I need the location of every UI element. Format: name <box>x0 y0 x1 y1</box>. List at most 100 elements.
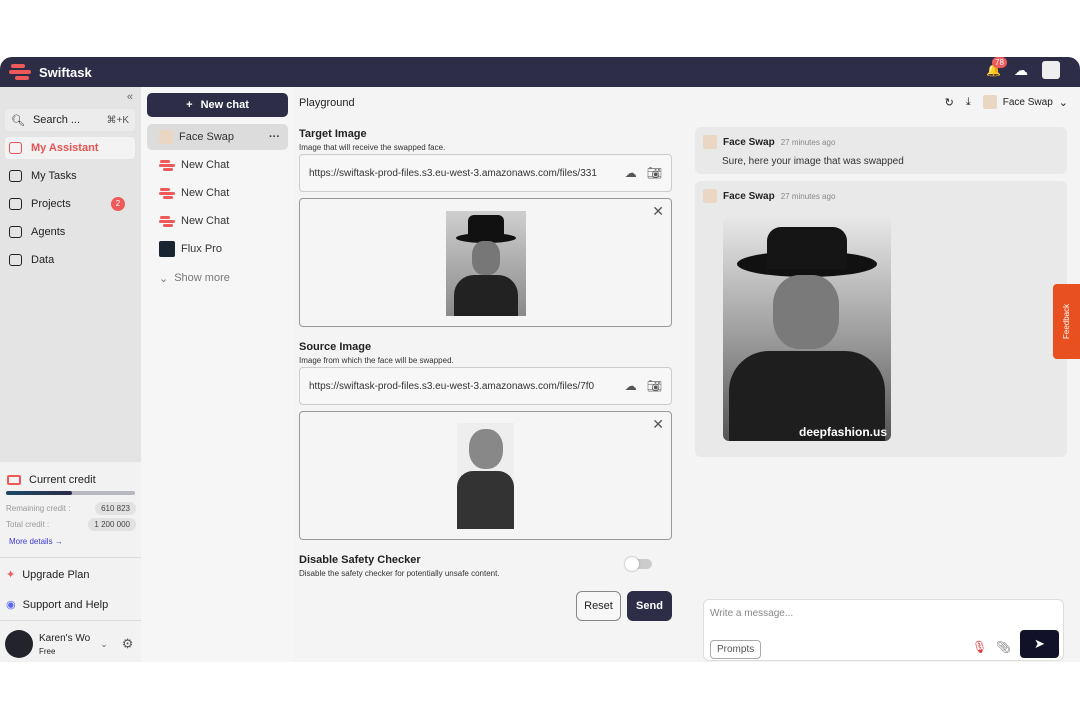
refresh-icon[interactable]: ↻ <box>945 96 954 109</box>
logo[interactable]: Swiftask <box>9 63 92 81</box>
message: Face Swap 27 minutes ago deepfashion.us <box>695 181 1067 457</box>
sidebar-item-my-assistant[interactable]: My Assistant <box>5 137 135 159</box>
swiftask-logo-icon <box>9 63 33 81</box>
more-options-icon[interactable]: ··· <box>269 131 280 143</box>
notification-bell-icon[interactable]: 🔔 78 <box>986 57 1007 77</box>
source-image-label: Source Image <box>299 341 372 353</box>
show-more-button[interactable]: ⌄ Show more <box>147 265 288 291</box>
safety-label: Disable Safety Checker <box>299 554 421 566</box>
weather-icon[interactable]: ☁ <box>1014 62 1028 79</box>
message-composer: Write a message... Prompts 🎙︎ 📎︎ ➤ <box>703 599 1064 661</box>
safety-toggle[interactable] <box>625 557 652 571</box>
chat-label: New Chat <box>181 159 230 171</box>
sparkle-icon: ✦ <box>6 569 16 581</box>
sidebar-item-projects[interactable]: Projects 2 <box>5 193 135 215</box>
download-icon[interactable]: ⤓ <box>966 96 971 109</box>
total-value: 1 200 000 <box>88 518 136 531</box>
chat-label: New Chat <box>181 215 230 227</box>
app-window: Swiftask 🔔 78 ☁ « 🔍︎ Search ... ⌘+K My Assi… <box>0 57 1080 662</box>
close-icon[interactable]: ✕ <box>652 416 664 433</box>
total-label: Total credit : <box>6 520 50 529</box>
source-url-field[interactable]: https://swiftask-prod-files.s3.eu-west-3… <box>299 367 672 405</box>
credit-card-icon <box>7 475 21 485</box>
chat-item-flux-pro[interactable]: Flux Pro <box>147 236 288 262</box>
discord-icon: ◉ <box>6 599 16 611</box>
swapped-image[interactable]: deepfashion.us <box>723 217 891 441</box>
target-url: https://swiftask-prod-files.s3.eu-west-3… <box>309 167 597 179</box>
database-icon <box>9 254 22 266</box>
send-button[interactable]: Send <box>627 591 672 621</box>
gear-icon[interactable]: ⚙ <box>122 636 134 652</box>
search-shortcut: ⌘+K <box>106 114 129 126</box>
message-author: Face Swap <box>723 136 775 148</box>
paperclip-icon[interactable]: 📎︎ <box>996 640 1011 654</box>
workspace-avatar <box>5 630 33 658</box>
chat-item-face-swap[interactable]: Face Swap ··· <box>147 124 288 150</box>
prompts-button[interactable]: Prompts <box>710 640 762 659</box>
chat-item[interactable]: New Chat <box>147 152 288 178</box>
chat-list: + New chat Face Swap ··· New Chat New Chat… <box>141 87 293 662</box>
sidebar-item-label: My Assistant <box>31 142 99 154</box>
sidebar-item-data[interactable]: Data <box>5 249 135 271</box>
credit-title: Current credit <box>29 474 96 486</box>
playground: Playground ↻ ⤓ Face Swap ⌄ Target Image Im… <box>293 87 1080 662</box>
safety-desc: Disable the safety checker for potential… <box>299 569 500 578</box>
reset-button[interactable]: Reset <box>576 591 621 621</box>
send-message-button[interactable]: ➤ <box>1020 630 1059 658</box>
message-time: 27 minutes ago <box>780 191 836 201</box>
camera-icon[interactable]: 📷︎ <box>647 166 662 180</box>
camera-icon[interactable]: 📷︎ <box>647 379 662 393</box>
credit-panel: Current credit Remaining credit : 610 823… <box>0 462 141 662</box>
sidebar-item-label: Projects <box>31 198 71 210</box>
target-image-label: Target Image <box>299 128 367 140</box>
user-plan: Free <box>39 646 56 656</box>
search-button[interactable]: 🔍︎ Search ... ⌘+K <box>5 109 135 131</box>
user-menu[interactable]: Karen's Wo Free ⌄ ⚙ <box>5 630 133 658</box>
chat-icon <box>9 142 22 154</box>
microphone-icon[interactable]: 🎙︎ <box>972 640 987 654</box>
agent-selector[interactable]: Face Swap ⌄ <box>982 95 1068 109</box>
chat-item[interactable]: New Chat <box>147 208 288 234</box>
chat-item[interactable]: New Chat <box>147 180 288 206</box>
upload-cloud-icon[interactable]: ☁ <box>625 166 637 180</box>
page-title: Playground <box>299 97 355 109</box>
message: Face Swap 27 minutes ago Sure, here your … <box>695 127 1067 174</box>
more-details-label: More details <box>9 537 53 546</box>
support-button[interactable]: ◉ Support and Help <box>6 598 108 612</box>
top-bar: Swiftask 🔔 78 ☁ <box>0 57 1080 87</box>
target-url-field[interactable]: https://swiftask-prod-files.s3.eu-west-3… <box>299 154 672 192</box>
chevron-down-icon: ⌄ <box>159 272 169 285</box>
sidebar: « 🔍︎ Search ... ⌘+K My Assistant My Tasks … <box>0 87 141 662</box>
clipboard-icon <box>9 198 22 210</box>
plus-icon: + <box>186 99 193 111</box>
upgrade-plan-button[interactable]: ✦ Upgrade Plan <box>6 568 90 582</box>
remaining-value: 610 823 <box>95 502 136 515</box>
send-icon: ➤ <box>1034 636 1045 651</box>
arrow-right-icon: → <box>54 537 63 546</box>
upgrade-label: Upgrade Plan <box>22 568 90 581</box>
more-details-link[interactable]: More details → <box>9 537 63 546</box>
feedback-tab[interactable]: Feedback <box>1053 284 1080 359</box>
sidebar-item-label: Data <box>31 254 55 266</box>
new-chat-label: New chat <box>200 99 249 111</box>
source-image-desc: Image from which the face will be swappe… <box>299 356 454 365</box>
chat-label: New Chat <box>181 187 230 199</box>
upload-cloud-icon[interactable]: ☁ <box>625 379 637 393</box>
close-icon[interactable]: ✕ <box>652 203 664 220</box>
face-swap-avatar <box>703 135 717 149</box>
notification-badge: 78 <box>992 57 1007 68</box>
sidebar-item-my-tasks[interactable]: My Tasks <box>5 165 135 187</box>
swiftask-icon <box>159 188 175 199</box>
tasks-icon <box>9 170 22 182</box>
robot-icon <box>9 226 22 238</box>
new-chat-button[interactable]: + New chat <box>147 93 288 117</box>
user-name: Karen's Wo <box>39 632 91 644</box>
sidebar-item-agents[interactable]: Agents <box>5 221 135 243</box>
collapse-sidebar-icon[interactable]: « <box>127 91 133 103</box>
app-name: Swiftask <box>39 64 92 80</box>
chat-label: Face Swap <box>179 131 235 143</box>
user-avatar[interactable] <box>1042 61 1060 79</box>
swiftask-icon <box>159 216 175 227</box>
source-image <box>457 423 514 529</box>
message-input[interactable]: Write a message... <box>710 608 793 619</box>
